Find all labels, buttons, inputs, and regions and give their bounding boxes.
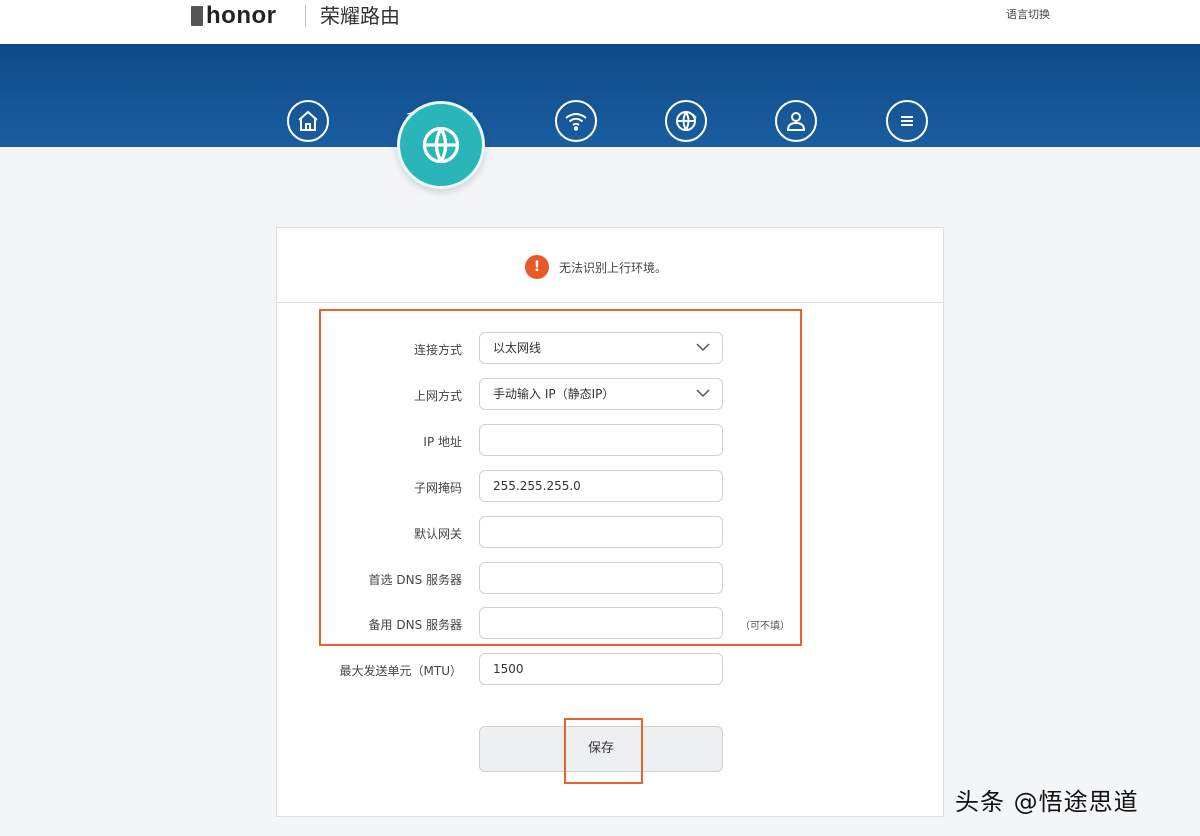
nav-devices-button[interactable] [665,100,707,142]
menu-icon [901,116,913,126]
nav-home-button[interactable] [287,100,329,142]
user-icon [786,112,806,131]
alert-message: 无法识别上行环境。 [559,261,668,275]
save-highlight-annotation [564,718,643,784]
nav-internet-button-active[interactable] [397,101,485,189]
card-divider [277,302,943,303]
honor-logo-mark [191,6,203,26]
warning-icon: ! [525,255,549,279]
nav-more-button[interactable] [886,100,928,142]
nav-wifi-button[interactable] [555,100,597,142]
language-link[interactable]: 语言切换 [1006,6,1050,22]
logo-divider [305,5,306,27]
wifi-icon [565,113,587,131]
honor-logo: honor [206,2,277,29]
home-icon [298,110,318,131]
mtu-label: 最大发送单元（MTU） [339,664,462,678]
product-name: 荣耀路由 [320,4,400,28]
globe-network-icon [676,111,697,131]
nav-band: 我要上网 [0,44,1200,147]
globe-icon [422,126,460,164]
nav-account-button[interactable] [775,100,817,142]
mtu-input[interactable]: 1500 [479,653,723,685]
highlight-annotation-box [319,309,802,646]
top-header: honor 荣耀路由 语言切换 [0,0,1200,44]
watermark: 头条 @悟途思道 [955,788,1139,816]
